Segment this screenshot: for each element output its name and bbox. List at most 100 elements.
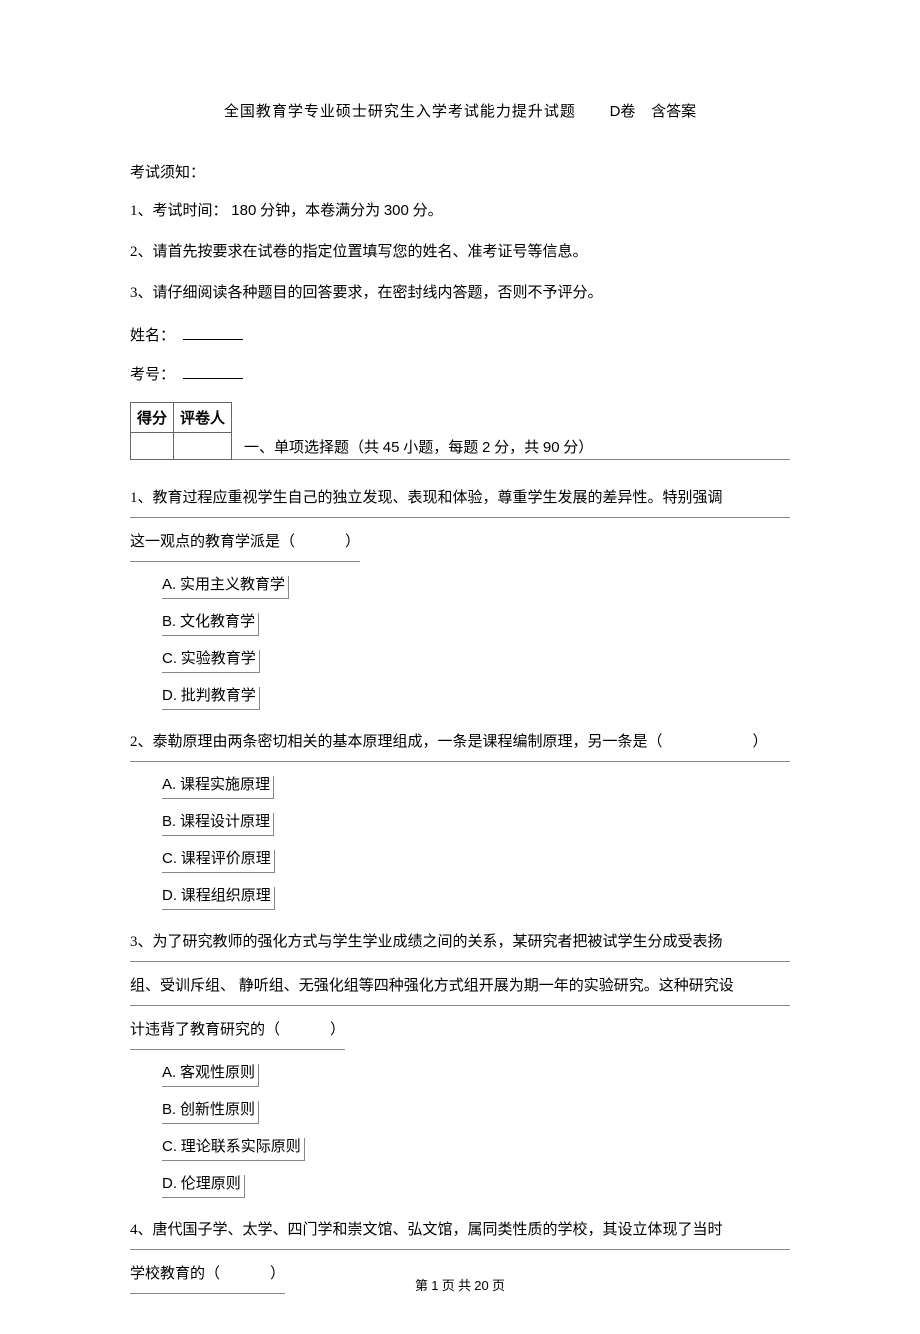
page-footer: 第 1 页 共 20 页 — [0, 1275, 920, 1294]
question-stem-line: 1、教育过程应重视学生自己的独立发现、表现和体验，尊重学生发展的差异性。特别强调 — [130, 480, 790, 518]
instruction-item-1: 1、考试时间： 180 分钟，本卷满分为 300 分。 — [130, 200, 790, 222]
id-input-line[interactable] — [183, 363, 243, 379]
question-number: 1、 — [130, 490, 153, 506]
option-row: C. 课程评价原理 — [162, 850, 790, 873]
option-text: 客观性原则 — [180, 1065, 255, 1081]
score-label: 得分 — [131, 403, 174, 433]
grader-cell[interactable] — [174, 433, 232, 460]
title-main: 全国教育学专业硕士研究生入学考试能力提升试题 — [224, 100, 576, 121]
option-row: B. 课程设计原理 — [162, 813, 790, 836]
question-stem-line: 计违背了教育研究的（） — [130, 1012, 345, 1050]
option-c[interactable]: C. 理论联系实际原则 — [162, 1138, 305, 1161]
section-per: 2 — [482, 439, 490, 456]
instr-num: 2、 — [130, 244, 153, 260]
option-row: A. 实用主义教育学 — [162, 576, 790, 599]
option-a[interactable]: A. 实用主义教育学 — [162, 576, 289, 599]
option-b[interactable]: B. 文化教育学 — [162, 613, 259, 636]
document-title: 全国教育学专业硕士研究生入学考试能力提升试题 D卷 含答案 — [130, 100, 790, 121]
section-count: 45 — [383, 439, 400, 456]
exam-duration: 180 — [231, 202, 256, 219]
question-text: 教育过程应重视学生自己的独立发现、表现和体验，尊重学生发展的差异性。特别强调 — [153, 490, 723, 506]
question-stem-line: 2、泰勒原理由两条密切相关的基本原理组成，一条是课程编制原理，另一条是（） — [130, 724, 790, 762]
question-text: 泰勒原理由两条密切相关的基本原理组成，一条是课程编制原理，另一条是（ — [153, 734, 663, 750]
instructions-heading: 考试须知： — [130, 161, 790, 182]
instr-text: 分。 — [413, 203, 443, 219]
option-letter: D. — [162, 1175, 177, 1192]
option-d[interactable]: D. 批判教育学 — [162, 687, 260, 710]
section-suffix: 分） — [563, 440, 593, 456]
question-stem-line: 这一观点的教育学派是（） — [130, 524, 360, 562]
footer-current-page: 1 — [431, 1278, 438, 1293]
footer-suf: 页 — [492, 1278, 505, 1293]
score-cell[interactable] — [131, 433, 174, 460]
instr-text: 分钟，本卷满分为 — [260, 203, 380, 219]
footer-mid: 页 共 — [442, 1278, 471, 1293]
option-text: 伦理原则 — [181, 1176, 241, 1192]
id-label: 考号： — [130, 367, 175, 383]
option-a[interactable]: A. 课程实施原理 — [162, 776, 274, 799]
option-c[interactable]: C. 实验教育学 — [162, 650, 260, 673]
paper-variant: D卷 — [610, 100, 636, 121]
option-letter: A. — [162, 776, 176, 793]
option-row: C. 实验教育学 — [162, 650, 790, 673]
option-text: 课程设计原理 — [180, 814, 270, 830]
instr-num: 1、 — [130, 203, 153, 219]
page: 全国教育学专业硕士研究生入学考试能力提升试题 D卷 含答案 考试须知： 1、考试… — [0, 0, 920, 1334]
instr-text: 考试时间： — [153, 203, 228, 219]
option-text: 批判教育学 — [181, 688, 256, 704]
section-title-wrap: 一、单项选择题（共 45 小题，每题 2 分，共 90 分） — [232, 436, 790, 460]
option-letter: C. — [162, 850, 177, 867]
option-c[interactable]: C. 课程评价原理 — [162, 850, 275, 873]
option-letter: B. — [162, 813, 176, 830]
section-header-row: 得分 评卷人 一、单项选择题（共 45 小题，每题 2 分，共 90 分） — [130, 402, 790, 460]
option-letter: B. — [162, 613, 176, 630]
option-letter: B. — [162, 1101, 176, 1118]
question-text: 计违背了教育研究的（ — [130, 1022, 280, 1038]
question-stem-line: 4、唐代国子学、太学、四门学和崇文馆、弘文馆，属同类性质的学校，其设立体现了当时 — [130, 1212, 790, 1250]
question-text: 组、受训斥组、 静听组、无强化组等四种强化方式组开展为期一年的实验研究。这种研究… — [130, 978, 734, 994]
instr-text: 请仔细阅读各种题目的回答要求，在密封线内答题，否则不予评分。 — [153, 285, 603, 301]
exam-total-score: 300 — [384, 202, 409, 219]
section-text: 小题，每题 — [403, 440, 478, 456]
option-row: A. 客观性原则 — [162, 1064, 790, 1087]
footer-total-pages: 20 — [474, 1278, 488, 1293]
option-d[interactable]: D. 伦理原则 — [162, 1175, 245, 1198]
option-text: 创新性原则 — [180, 1102, 255, 1118]
option-text: 课程组织原理 — [181, 888, 271, 904]
question-number: 2、 — [130, 734, 153, 750]
question-1: 1、教育过程应重视学生自己的独立发现、表现和体验，尊重学生发展的差异性。特别强调… — [130, 480, 790, 710]
option-row: C. 理论联系实际原则 — [162, 1138, 790, 1161]
question-3: 3、为了研究教师的强化方式与学生学业成绩之间的关系，某研究者把被试学生分成受表扬… — [130, 924, 790, 1198]
name-field-row: 姓名： — [130, 324, 790, 345]
option-d[interactable]: D. 课程组织原理 — [162, 887, 275, 910]
question-stem-line: 3、为了研究教师的强化方式与学生学业成绩之间的关系，某研究者把被试学生分成受表扬 — [130, 924, 790, 962]
option-letter: A. — [162, 576, 176, 593]
name-input-line[interactable] — [183, 324, 243, 340]
question-stem-line: 组、受训斥组、 静听组、无强化组等四种强化方式组开展为期一年的实验研究。这种研究… — [130, 968, 790, 1006]
option-letter: D. — [162, 887, 177, 904]
option-row: A. 课程实施原理 — [162, 776, 790, 799]
option-a[interactable]: A. 客观性原则 — [162, 1064, 259, 1087]
question-2: 2、泰勒原理由两条密切相关的基本原理组成，一条是课程编制原理，另一条是（） A.… — [130, 724, 790, 910]
instruction-item-2: 2、请首先按要求在试卷的指定位置填写您的姓名、准考证号等信息。 — [130, 242, 790, 263]
option-row: B. 文化教育学 — [162, 613, 790, 636]
question-text: 这一观点的教育学派是（ — [130, 534, 295, 550]
section-title: 一、单项选择题（共 45 小题，每题 2 分，共 90 分） — [244, 436, 593, 457]
option-letter: C. — [162, 1138, 177, 1155]
option-b[interactable]: B. 课程设计原理 — [162, 813, 274, 836]
footer-pre: 第 — [415, 1278, 428, 1293]
section-total: 90 — [543, 439, 560, 456]
option-b[interactable]: B. 创新性原则 — [162, 1101, 259, 1124]
option-row: D. 伦理原则 — [162, 1175, 790, 1198]
instruction-item-3: 3、请仔细阅读各种题目的回答要求，在密封线内答题，否则不予评分。 — [130, 283, 790, 304]
id-field-row: 考号： — [130, 363, 790, 384]
grader-label: 评卷人 — [174, 403, 232, 433]
option-text: 理论联系实际原则 — [181, 1139, 301, 1155]
question-text: 为了研究教师的强化方式与学生学业成绩之间的关系，某研究者把被试学生分成受表扬 — [153, 934, 723, 950]
question-number: 4、 — [130, 1222, 153, 1238]
option-letter: D. — [162, 687, 177, 704]
option-letter: A. — [162, 1064, 176, 1081]
option-text: 课程实施原理 — [180, 777, 270, 793]
score-table: 得分 评卷人 — [130, 402, 232, 460]
section-prefix: 一、单项选择题（共 — [244, 440, 379, 456]
